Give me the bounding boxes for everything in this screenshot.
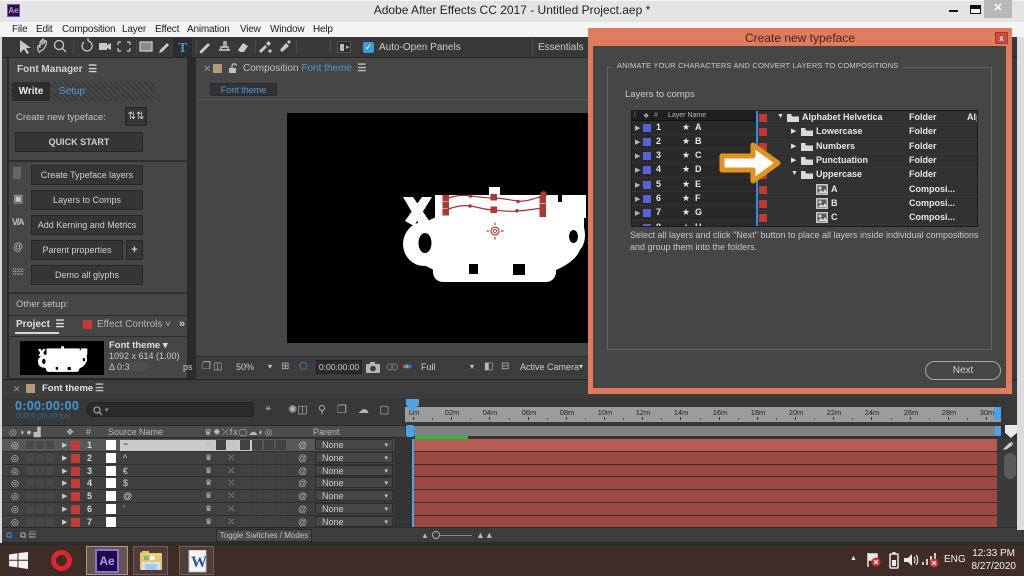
svg-text:W: W — [191, 554, 207, 571]
svg-text:T: T — [178, 41, 188, 56]
